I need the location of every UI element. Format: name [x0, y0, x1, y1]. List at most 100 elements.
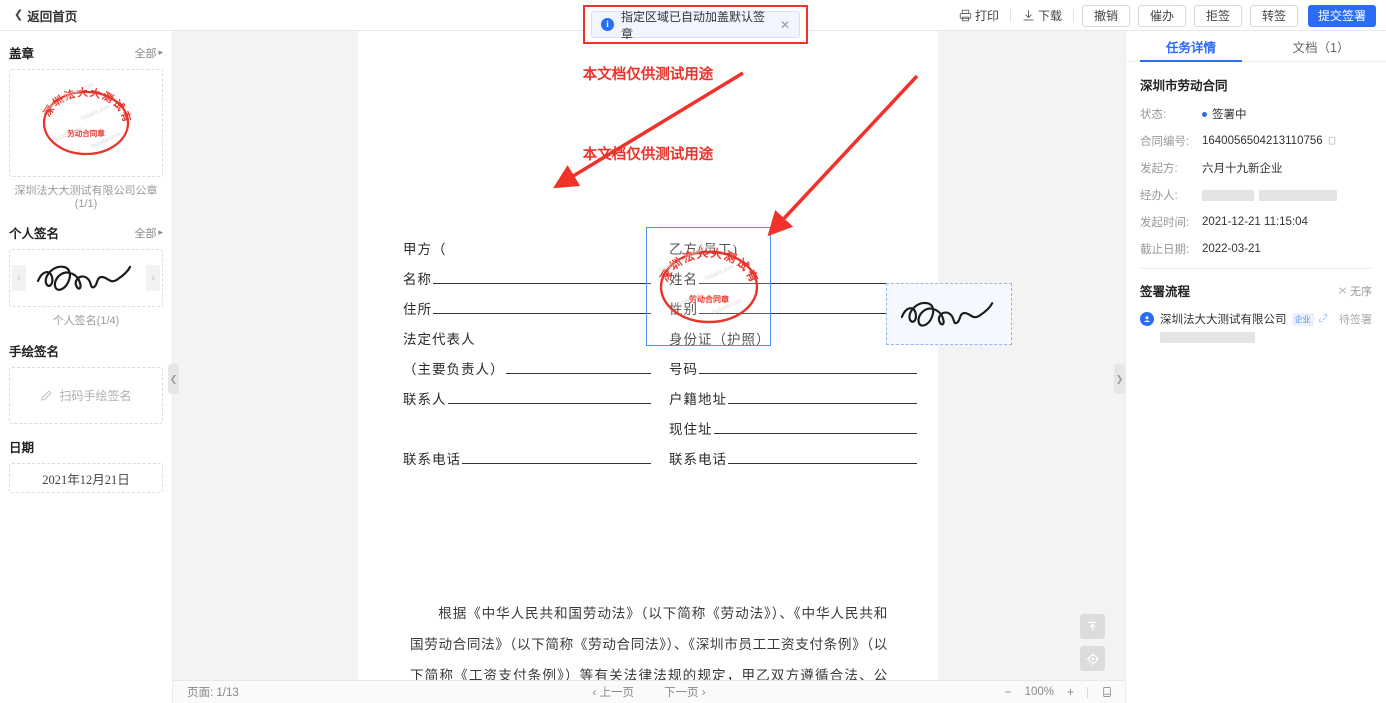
right-panel-collapse-handle[interactable]: ❯ [1114, 364, 1125, 394]
close-icon[interactable]: ✕ [780, 19, 790, 31]
detail-key: 合同编号: [1140, 136, 1190, 148]
hand-signature-placeholder: 扫码手绘签名 [40, 387, 132, 404]
field-blank [728, 449, 917, 464]
participant-info: 深圳法大大测试有限公司 企业 待签署 [1160, 311, 1372, 343]
placed-signature-field[interactable] [886, 283, 1012, 345]
print-button[interactable]: 打印 [948, 6, 1010, 26]
right-panel-body: 深圳市劳动合同 状态: 签署中 合同编号: 164005650421311075… [1126, 62, 1386, 343]
document-bottom-bar: 页面: 1/13 ‹ 上一页 下一页 › − 100% + [173, 680, 1125, 703]
tab-task-details[interactable]: 任务详情 [1126, 31, 1256, 62]
participant-badge: 企业 [1291, 312, 1314, 326]
signing-flow-mode-label: 无序 [1350, 285, 1372, 298]
field-blank [713, 419, 917, 434]
prev-page-button[interactable]: ‹ 上一页 [592, 684, 634, 700]
personal-signature-view-all-link[interactable]: 全部 ▸ [134, 225, 163, 241]
urge-button[interactable]: 催办 [1137, 4, 1186, 27]
link-icon[interactable] [1318, 314, 1329, 324]
hand-signature-section: 手绘签名 扫码手绘签名 [9, 341, 163, 424]
detail-key: 发起时间: [1140, 217, 1190, 229]
chevron-right-icon: ▸ [158, 47, 163, 57]
date-title: 日期 [9, 441, 35, 455]
field-label: 联系人 [403, 392, 447, 407]
fit-page-icon[interactable] [1101, 686, 1113, 698]
reject-sign-button[interactable]: 拒签 [1193, 4, 1242, 27]
right-panel: 任务详情 文档（1） 深圳市劳动合同 状态: 签署中 合同编号: 1640056… [1125, 31, 1386, 703]
zoom-in-button[interactable]: + [1067, 685, 1074, 699]
toast-highlight-box: i 指定区域已自动加盖默认签章 ✕ [583, 5, 808, 44]
download-button[interactable]: 下载 [1011, 6, 1073, 26]
field-label: 法定代表人 [403, 332, 476, 347]
hand-signature-card[interactable]: 扫码手绘签名 [9, 367, 163, 424]
date-header: 日期 [9, 437, 163, 456]
detail-key: 经办人: [1140, 190, 1178, 202]
divider [1072, 9, 1074, 22]
field-row: 名称 [403, 268, 651, 298]
participant-name: 深圳法大大测试有限公司 [1160, 314, 1287, 326]
field-row: 联系电话 [403, 448, 651, 478]
detail-row-operator: 经办人: [1140, 187, 1372, 203]
redacted-block [1259, 189, 1337, 201]
detail-value: 2022-03-21 [1202, 243, 1261, 255]
signature-prev-button[interactable]: ‹ [12, 265, 26, 291]
stamp-title: 盖章 [9, 47, 35, 61]
signing-participant-row: 深圳法大大测试有限公司 企业 待签署 [1140, 311, 1372, 343]
copy-icon[interactable] [1328, 136, 1338, 146]
field-row: 法定代表人 [403, 328, 651, 358]
placed-signature-image [900, 301, 994, 327]
signing-flow-header: 签署流程 无序 [1140, 281, 1372, 300]
stamp-header: 盖章 全部 ▸ [9, 43, 163, 62]
handwritten-signature-image [36, 265, 132, 291]
date-card[interactable]: 2021年12月21日 [9, 463, 163, 493]
zoom-level-label: 100% [1024, 686, 1054, 698]
field-label: 联系电话 [669, 452, 727, 467]
back-home-label: 返回首页 [27, 9, 78, 24]
field-row: 号码 [669, 358, 917, 388]
chevron-left-icon: ❮ [14, 8, 24, 21]
field-blank [728, 389, 917, 404]
tab-documents[interactable]: 文档（1） [1256, 31, 1386, 61]
transfer-sign-button[interactable]: 转签 [1249, 4, 1298, 27]
field-blank [433, 299, 651, 314]
detail-value: 1640056504213110756 [1202, 135, 1338, 147]
detail-row-status: 状态: 签署中 [1140, 106, 1372, 122]
placed-seal-svg: 深圳法大大测试有限公司 劳动合同章 [650, 242, 760, 323]
back-home-button[interactable]: ❮ 返回首页 [14, 6, 77, 25]
field-row: 住所 [403, 298, 651, 328]
svg-text:劳动合同章: 劳动合同章 [67, 128, 105, 138]
top-actions: 打印 下载 撤销 催办 拒签 转签 提交签署 [948, 0, 1376, 31]
field-label: 联系电话 [403, 452, 461, 467]
revoke-button[interactable]: 撤销 [1081, 4, 1130, 27]
next-page-button[interactable]: 下一页 › [664, 684, 706, 700]
detail-row-initiator: 发起方: 六月十九新企业 [1140, 160, 1372, 176]
divider [1087, 686, 1088, 698]
stamp-card[interactable]: 深圳法大大测试有限公司 劳动合同章 fadada.com fadada.com … [9, 69, 163, 177]
scroll-to-top-button[interactable] [1080, 614, 1105, 639]
field-label: 住所 [403, 302, 432, 317]
detail-key: 发起方: [1140, 163, 1178, 175]
personal-signature-card[interactable]: ‹ › [9, 249, 163, 307]
pencil-icon [41, 390, 53, 401]
seal-svg: 深圳法大大测试有限公司 劳动合同章 [34, 84, 133, 156]
signature-next-button[interactable]: › [146, 265, 160, 291]
status-dot-icon [1202, 111, 1207, 117]
user-icon [1144, 316, 1150, 322]
crosshair-icon [1086, 652, 1099, 665]
redacted-block [1202, 189, 1254, 201]
signing-flow-mode[interactable]: 无序 [1338, 283, 1372, 299]
participant-line: 深圳法大大测试有限公司 企业 待签署 [1160, 311, 1372, 327]
contract-title: 深圳市劳动合同 [1140, 79, 1228, 93]
zoom-out-button[interactable]: − [1005, 685, 1012, 699]
stamp-section: 盖章 全部 ▸ 深圳法大大测试有限公司 劳动 [9, 43, 163, 210]
field-row: 户籍地址 [669, 388, 917, 418]
locate-field-button[interactable] [1080, 646, 1105, 671]
company-seal-image: 深圳法大大测试有限公司 劳动合同章 fadada.com fadada.com … [34, 82, 138, 162]
left-panel-collapse-handle[interactable]: ❮ [168, 364, 179, 394]
detail-row-deadline: 截止日期: 2022-03-21 [1140, 241, 1372, 257]
zoom-controls: − 100% + [1005, 685, 1113, 699]
placed-stamp-field[interactable]: 深圳法大大测试有限公司 劳动合同章 fadada.com fadada.com … [646, 227, 771, 346]
field-label: 户籍地址 [669, 392, 727, 407]
submit-sign-button[interactable]: 提交签署 [1307, 4, 1376, 27]
document-watermark-top: 本文档仅供测试用途 [582, 67, 714, 83]
stamp-view-all-link[interactable]: 全部 ▸ [134, 45, 163, 61]
field-row: 现住址 [669, 418, 917, 448]
